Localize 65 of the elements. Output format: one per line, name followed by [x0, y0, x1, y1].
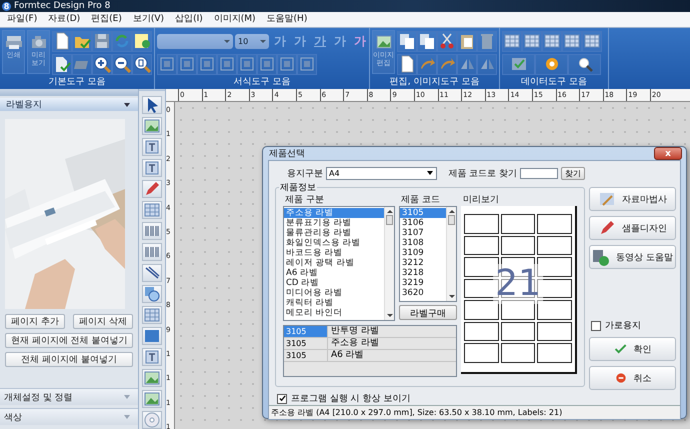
menu-item[interactable]: 이미지(M) [210, 13, 264, 26]
menu-item[interactable]: 편집(E) [88, 13, 130, 26]
find-label: 제품 코드로 찾기 [448, 168, 517, 180]
list-item[interactable]: 3105 [400, 208, 446, 218]
list-item[interactable]: 메모리 바인더 [284, 308, 384, 318]
list-item[interactable]: 3106 [400, 218, 446, 228]
paper-label: 용지구분 [287, 168, 323, 180]
menu-item[interactable]: 파일(F) [4, 13, 46, 26]
list-item[interactable]: 3620 [400, 288, 446, 298]
list-item[interactable]: 3108 [400, 238, 446, 248]
list-item[interactable]: 3212 [400, 258, 446, 268]
font-size-combo[interactable]: 10 [235, 34, 269, 48]
list-item[interactable]: 분류표기용 라벨 [284, 218, 384, 228]
list-item[interactable]: 주소용 라벨 [284, 208, 384, 218]
status-bar: 주소용 라벨 (A4 [210.0 x 297.0 mm], Size: 63.50 x 38.10 mm, Labels: 21) [269, 405, 680, 419]
list-item[interactable]: 3107 [400, 228, 446, 238]
column-header: 미리보기 [462, 194, 500, 206]
menu-item[interactable]: 삽입(I) [172, 13, 211, 26]
panel-section[interactable]: 개체설정 및 정렬 [0, 388, 138, 405]
table-cell-text: 주소용 라벨 [330, 338, 379, 349]
group-title: 제품정보 [279, 181, 317, 194]
toolbar-group-label: 서식도구 모음 [234, 77, 290, 88]
list-item[interactable]: 3109 [400, 248, 446, 258]
cancel-button[interactable]: 취소 [589, 366, 676, 390]
paper-select[interactable]: A4 [326, 166, 438, 180]
table-cell-text: 반투명 라벨 [330, 326, 379, 337]
list-item[interactable]: 3218 [400, 268, 446, 278]
menu-item[interactable]: 도움말(H) [264, 13, 316, 26]
window-title: Formtec Design Pro 8 [14, 0, 110, 12]
app-icon: 8 [2, 2, 11, 10]
panel-section[interactable]: 색상 [0, 408, 138, 425]
checkbox-label: 가로용지 [605, 320, 641, 332]
list-item[interactable]: CD 라벨 [284, 278, 384, 288]
list-item[interactable]: 물류관리용 라벨 [284, 228, 384, 238]
table-cell[interactable]: 3105 [284, 350, 328, 361]
column-header: 제품 구분 [284, 194, 325, 206]
list-item[interactable]: 캐릭터 라벨 [284, 298, 384, 308]
table-cell[interactable]: 3105 [284, 326, 328, 337]
list-item[interactable]: 3219 [400, 278, 446, 288]
side-button[interactable]: 동영상 도움말 [589, 245, 676, 269]
panel-button[interactable]: 현재 페이지에 전체 붙여넣기 [5, 333, 133, 348]
panel-button[interactable]: 전체 페이지에 붙여넣기 [5, 352, 133, 367]
find-button[interactable]: 찾기 [561, 166, 585, 180]
table-cell-text: A6 라벨 [330, 350, 364, 361]
toolbar-group-label: 데이터도구 모음 [521, 77, 587, 88]
menu-item[interactable]: 자료(D) [45, 13, 88, 26]
dialog-title: 제품선택 [269, 148, 305, 160]
side-button[interactable]: 샘플디자인 [589, 216, 676, 240]
table-cell[interactable]: 3105 [284, 338, 328, 349]
list-item[interactable]: 미디어용 라벨 [284, 288, 384, 298]
list-item[interactable]: 화일인덱스용 라벨 [284, 238, 384, 248]
buy-labels-button[interactable]: 라벨구매 [399, 305, 457, 320]
panel-button[interactable]: 페이지 추가 [5, 314, 65, 329]
checkbox-label: 프로그램 실행 시 항상 보이기 [291, 393, 410, 405]
ok-button[interactable]: 확인 [589, 337, 676, 361]
list-item[interactable]: A6 라벨 [284, 268, 384, 278]
panel-button[interactable]: 페이지 삭제 [73, 314, 133, 329]
list-item[interactable]: 바코드용 라벨 [284, 248, 384, 258]
list-item[interactable]: 레이저 광택 라벨 [284, 258, 384, 268]
side-button[interactable]: 자료마법사 [589, 187, 676, 211]
toolbar-group-label: 편집, 이미지도구 모음 [390, 77, 480, 88]
menu-item[interactable]: 보기(V) [130, 13, 172, 26]
toolbar-group-label: 기본도구 모음 [48, 77, 106, 88]
panel-header[interactable]: 라벨용지 [0, 98, 138, 111]
column-header: 제품 코드 [400, 194, 441, 206]
